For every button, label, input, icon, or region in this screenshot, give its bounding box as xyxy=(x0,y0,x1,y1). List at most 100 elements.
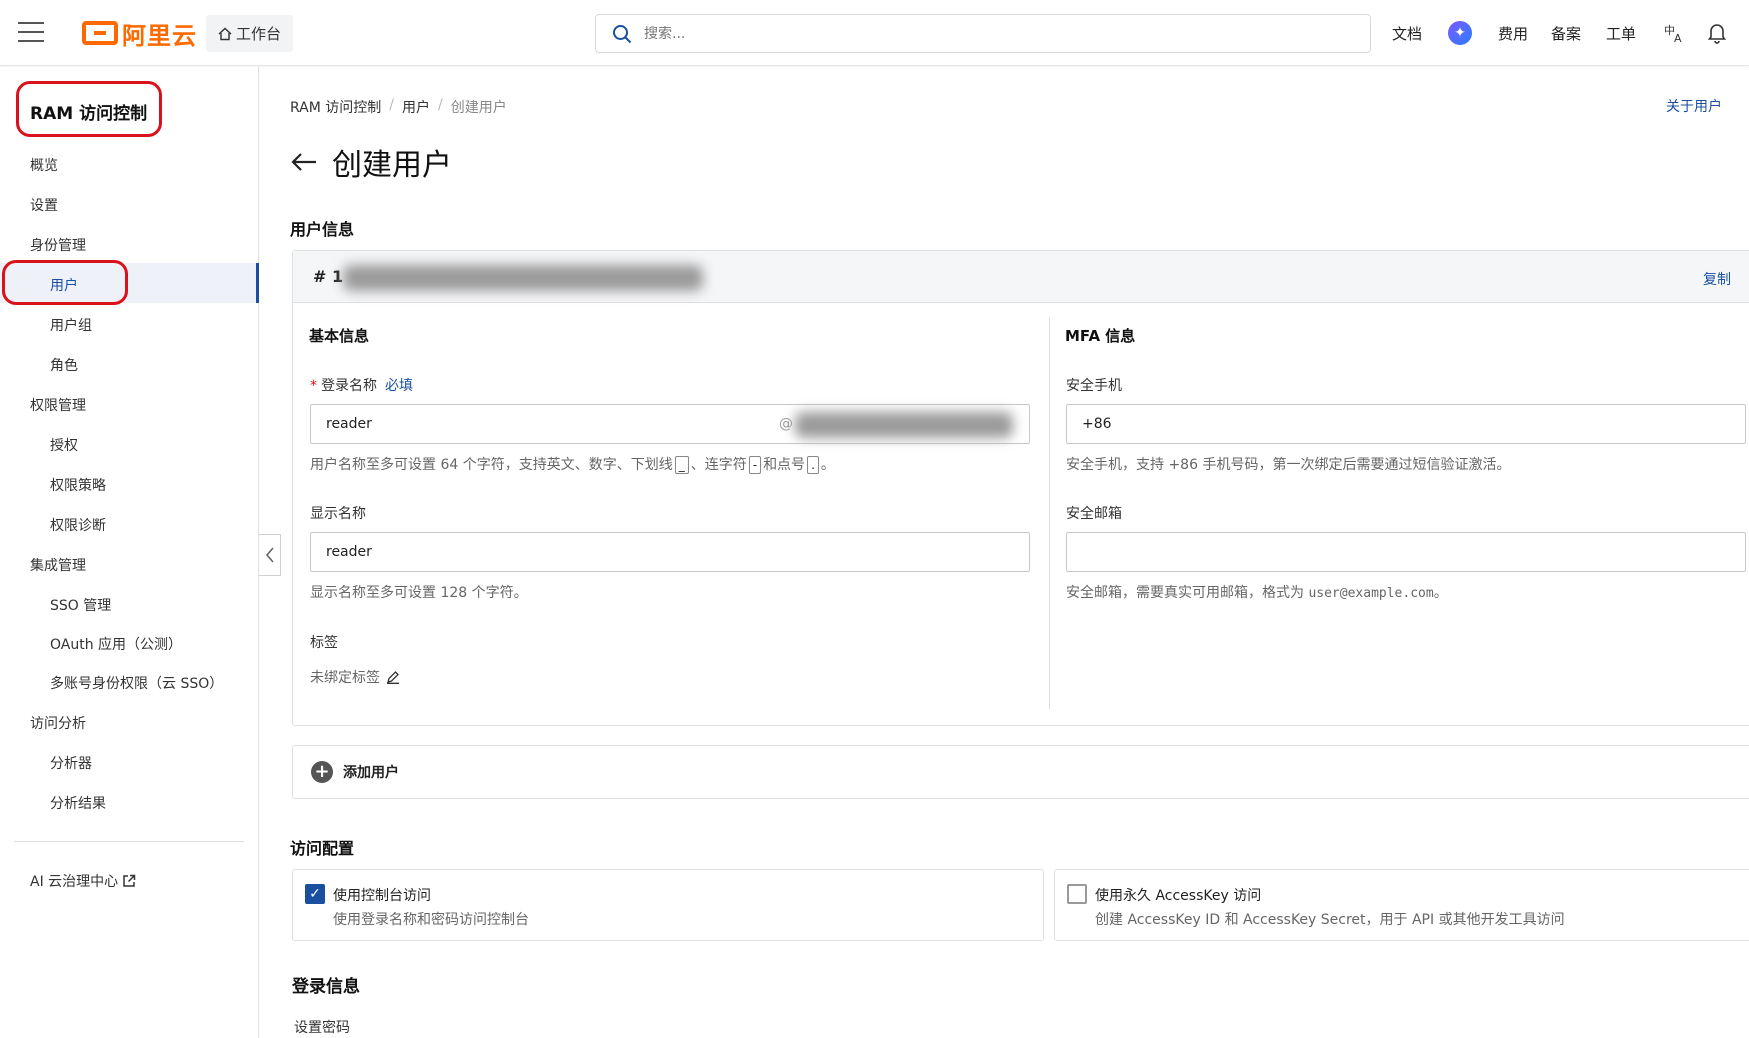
display-name-input[interactable]: reader xyxy=(310,532,1030,572)
bell-icon[interactable] xyxy=(1707,0,1727,66)
login-name-help: 用户名称至多可设置 64 个字符，支持英文、数字、下划线 _ 、连字符 - 和点号.。 xyxy=(310,454,835,474)
page-title: 创建用户 xyxy=(290,140,452,184)
tags-value-text: 未绑定标签 xyxy=(310,670,380,686)
edit-icon[interactable] xyxy=(386,670,400,684)
sidebar-item-ai-center[interactable]: AI 云治理中心 xyxy=(30,871,136,891)
sidebar-item-policies[interactable]: 权限策略 xyxy=(50,475,106,495)
user-info-section-title: 用户信息 xyxy=(290,220,355,239)
nav-docs-label: 文档 xyxy=(1392,24,1423,43)
console-access-checkbox[interactable]: ✓ xyxy=(305,884,325,904)
set-password-label: 设置密码 xyxy=(294,1020,350,1036)
login-name-input[interactable]: reader @ xyxy=(310,404,1030,444)
search-input[interactable] xyxy=(644,25,1244,42)
login-name-domain-at: @ xyxy=(779,416,793,432)
nav-tickets-label: 工单 xyxy=(1606,24,1637,43)
sidebar-item-grant[interactable]: 授权 xyxy=(50,435,78,455)
sidebar-item-overview[interactable]: 概览 xyxy=(30,155,58,175)
page-title-text: 创建用户 xyxy=(332,148,452,183)
external-link-icon xyxy=(123,874,136,887)
login-name-label: * 登录名称 必填 xyxy=(310,375,413,395)
phone-input[interactable]: +86 xyxy=(1066,404,1746,444)
home-icon xyxy=(218,27,232,40)
nav-fees[interactable]: 费用 xyxy=(1498,0,1528,66)
workbench-label: 工作台 xyxy=(236,25,282,43)
email-help: 安全邮箱，需要真实可用邮箱，格式为 user@example.com。 xyxy=(1066,582,1448,602)
sidebar-title: RAM 访问控制 xyxy=(30,104,148,124)
login-info-title: 登录信息 xyxy=(292,977,360,997)
email-input[interactable] xyxy=(1066,532,1746,572)
sidebar-item-analyzer[interactable]: 分析器 xyxy=(50,753,92,773)
back-arrow-icon[interactable] xyxy=(290,151,318,173)
breadcrumb-sep: / xyxy=(389,97,394,113)
plus-circle-icon: + xyxy=(311,761,333,783)
global-search[interactable] xyxy=(595,14,1371,53)
sidebar-group-permissions[interactable]: 权限管理 xyxy=(30,395,86,415)
about-users-link[interactable]: 关于用户 xyxy=(1666,96,1722,116)
nav-fees-label: 费用 xyxy=(1498,24,1529,43)
mfa-info-title: MFA 信息 xyxy=(1065,327,1136,345)
email-label: 安全邮箱 xyxy=(1066,506,1122,522)
phone-help: 安全手机，支持 +86 手机号码，第一次绑定后需要通过短信验证激活。 xyxy=(1066,457,1511,473)
sidebar-group-identity[interactable]: 身份管理 xyxy=(30,235,86,255)
nav-filing[interactable]: 备案 xyxy=(1551,0,1581,66)
login-name-help-2: 、连字符 xyxy=(690,457,747,473)
svg-text:A: A xyxy=(1674,32,1682,44)
sidebar-group-access-analysis[interactable]: 访问分析 xyxy=(30,713,86,733)
required-hint: 必填 xyxy=(385,378,413,394)
basic-info-title: 基本信息 xyxy=(309,327,370,345)
breadcrumb-users[interactable]: 用户 xyxy=(402,97,430,117)
login-name-help-3: 和点号 xyxy=(763,457,806,473)
phone-value: +86 xyxy=(1082,416,1112,432)
accesskey-access-checkbox[interactable] xyxy=(1067,884,1087,904)
sidebar-item-diagnose[interactable]: 权限诊断 xyxy=(50,515,106,535)
workbench-button[interactable]: 工作台 xyxy=(206,15,294,52)
breadcrumb-ram[interactable]: RAM 访问控制 xyxy=(290,97,381,117)
sidebar-item-settings[interactable]: 设置 xyxy=(30,195,58,215)
sidebar-item-sso[interactable]: SSO 管理 xyxy=(50,595,111,615)
chevron-left-icon xyxy=(265,547,274,563)
sidebar-collapse-button[interactable] xyxy=(259,534,281,576)
nav-tickets[interactable]: 工单 xyxy=(1606,0,1636,66)
sidebar-active-indicator xyxy=(0,263,259,303)
redacted-username xyxy=(343,265,703,291)
sidebar-item-user-groups[interactable]: 用户组 xyxy=(50,315,92,335)
nav-docs[interactable]: 文档 xyxy=(1392,0,1422,66)
sidebar-item-users[interactable]: 用户 xyxy=(50,275,78,295)
accesskey-access-desc: 创建 AccessKey ID 和 AccessKey Secret，用于 AP… xyxy=(1095,912,1565,928)
display-name-value: reader xyxy=(326,544,372,560)
accesskey-access-option[interactable]: 使用永久 AccessKey 访问 创建 AccessKey ID 和 Acce… xyxy=(1054,869,1749,941)
aliyun-logo[interactable]: 阿里云 xyxy=(82,18,197,50)
kbd-underscore: _ xyxy=(674,456,689,474)
sidebar-item-roles[interactable]: 角色 xyxy=(50,355,78,375)
user-card-header: # 1 复制 xyxy=(293,251,1749,303)
ai-assistant-button[interactable]: ✦ xyxy=(1448,0,1472,66)
search-icon xyxy=(613,24,632,43)
language-icon[interactable]: 中A xyxy=(1663,0,1685,66)
sidebar-group-integration[interactable]: 集成管理 xyxy=(30,555,86,575)
login-name-help-4: 。 xyxy=(820,457,835,473)
add-user-label: 添加用户 xyxy=(343,765,399,781)
column-divider xyxy=(1049,317,1050,709)
email-help-suffix: 。 xyxy=(1433,585,1448,601)
add-user-button[interactable]: + 添加用户 xyxy=(292,745,1749,799)
nav-filing-label: 备案 xyxy=(1551,24,1582,43)
phone-label: 安全手机 xyxy=(1066,378,1122,394)
login-name-help-1: 用户名称至多可设置 64 个字符，支持英文、数字、下划线 xyxy=(310,457,673,473)
access-config-title: 访问配置 xyxy=(290,839,355,858)
sidebar-item-oauth[interactable]: OAuth 应用（公测） xyxy=(50,634,182,654)
user-card-number: # 1 xyxy=(313,267,344,286)
console-access-title: 使用控制台访问 xyxy=(333,888,431,904)
display-name-label: 显示名称 xyxy=(310,506,366,522)
breadcrumb-sep: / xyxy=(438,97,443,113)
sidebar: RAM 访问控制 概览 设置 身份管理 用户 用户组 角色 权限管理 授权 权限… xyxy=(0,67,259,1038)
accesskey-access-title: 使用永久 AccessKey 访问 xyxy=(1095,888,1262,904)
sparkle-icon: ✦ xyxy=(1448,21,1472,45)
sidebar-item-analysis-results[interactable]: 分析结果 xyxy=(50,793,106,813)
console-access-option[interactable]: ✓ 使用控制台访问 使用登录名称和密码访问控制台 xyxy=(292,869,1044,941)
kbd-dot: . xyxy=(807,456,819,474)
console-access-desc: 使用登录名称和密码访问控制台 xyxy=(333,912,529,928)
tags-label: 标签 xyxy=(310,635,338,651)
copy-button[interactable]: 复制 xyxy=(1703,269,1731,289)
menu-icon[interactable] xyxy=(18,22,44,42)
sidebar-item-multi-account[interactable]: 多账号身份权限（云 SSO） xyxy=(50,673,223,693)
